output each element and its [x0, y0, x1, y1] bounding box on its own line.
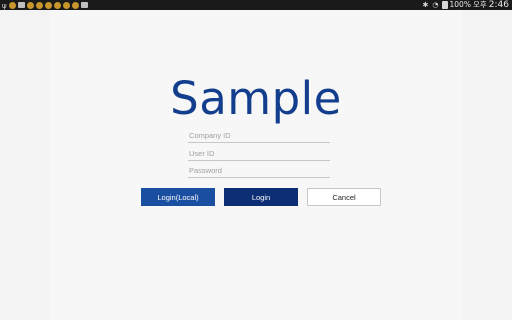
notification-area: ψ [2, 1, 90, 10]
battery-icon [441, 1, 448, 9]
user-id-input[interactable] [188, 146, 331, 160]
status-bar: ψ ✱ ◔ 100% 오후 2:46 [0, 0, 512, 10]
app-notification-icon [35, 1, 43, 9]
app-notification-icon [26, 1, 34, 9]
password-input[interactable] [188, 163, 331, 177]
time-period: 오후 [472, 0, 487, 9]
bluetooth-icon: ✱ [422, 1, 429, 9]
cancel-button[interactable]: Cancel [307, 188, 381, 206]
company-id-input[interactable] [188, 128, 331, 142]
usb-icon: ψ [2, 1, 7, 10]
system-status: ✱ ◔ 100% 오후 2:46 [419, 0, 509, 10]
wifi-icon: ◔ [432, 1, 439, 9]
app-notification-icon [80, 2, 88, 8]
message-icon [17, 2, 25, 8]
app-notification-icon [71, 1, 79, 9]
login-button[interactable]: Login [224, 188, 298, 206]
login-local-button[interactable]: Login(Local) [141, 188, 215, 206]
app-notification-icon [53, 1, 61, 9]
user-id-field[interactable] [188, 146, 331, 161]
password-field[interactable] [188, 163, 331, 178]
clock: 2:46 [488, 0, 509, 10]
app-notification-icon [44, 1, 52, 9]
app-notification-icon [62, 1, 70, 9]
app-notification-icon [8, 1, 16, 9]
battery-percent: 100% [449, 0, 471, 9]
company-id-field[interactable] [188, 128, 331, 143]
app-logo: Sample [170, 72, 342, 125]
